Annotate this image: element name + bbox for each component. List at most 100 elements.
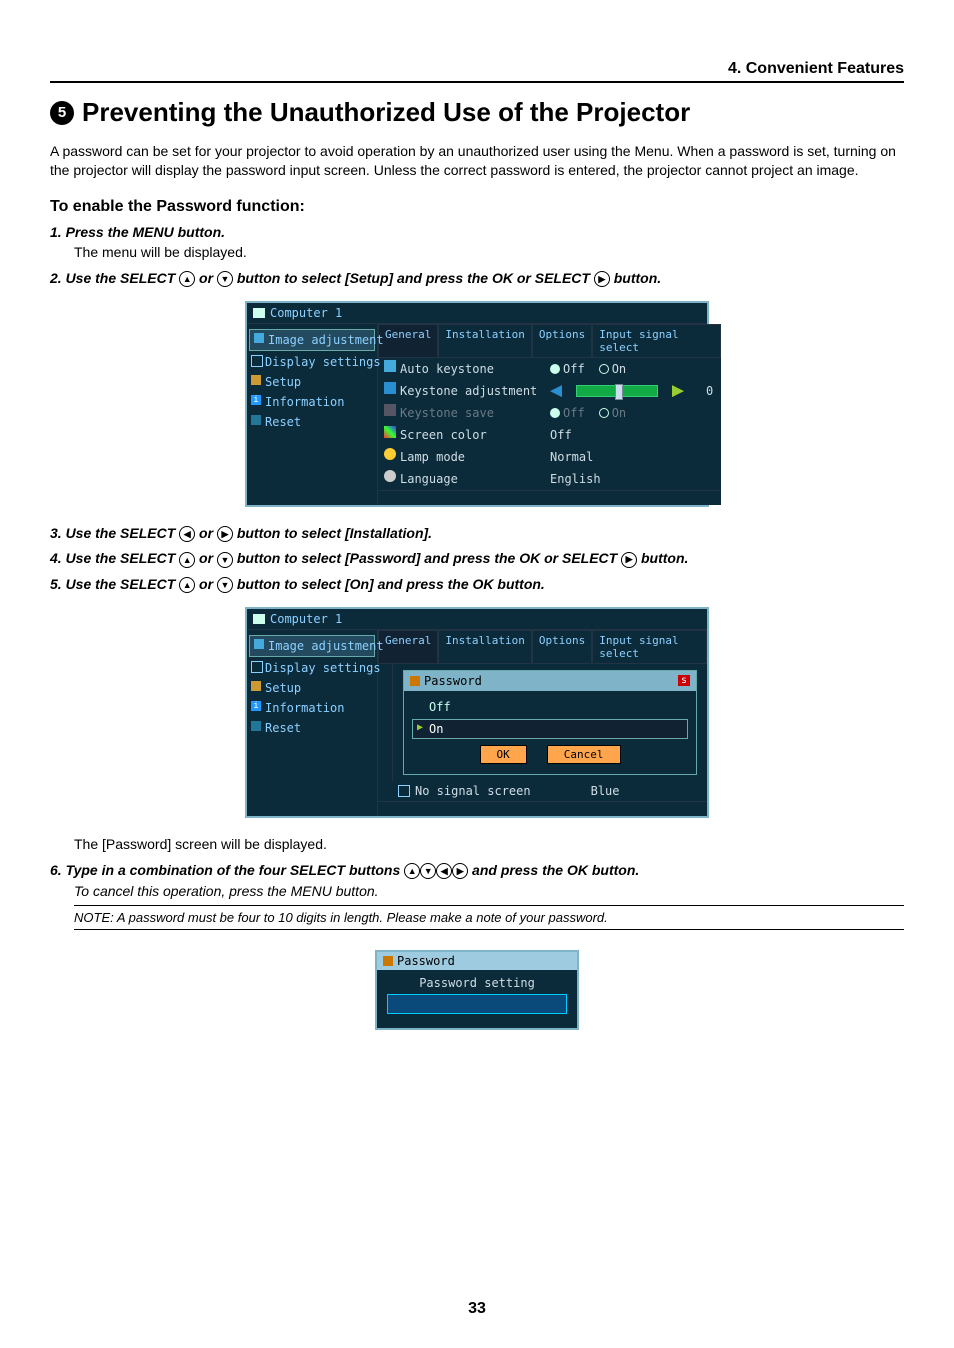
- password-setting-dialog: Password Password setting: [375, 950, 579, 1030]
- password-popup: Password s Off On OK Cancel: [403, 670, 697, 775]
- tab-options[interactable]: Options: [532, 630, 592, 663]
- display-settings-icon: [251, 355, 263, 367]
- auto-keystone-on-radio[interactable]: On: [599, 362, 626, 376]
- nav-display-settings[interactable]: Display settings: [247, 352, 377, 372]
- arrow-left-icon: ◀: [436, 863, 452, 879]
- nav-information[interactable]: iInformation: [247, 392, 377, 412]
- cancel-button[interactable]: Cancel: [547, 745, 621, 764]
- row-keystone-save: Keystone save Off On: [378, 402, 721, 424]
- keystone-save-icon: [384, 404, 396, 416]
- screen-color-icon: [384, 426, 396, 438]
- image-adjustment-icon: [254, 639, 264, 649]
- password-option-off[interactable]: Off: [412, 697, 688, 717]
- section-title: 5 Preventing the Unauthorized Use of the…: [50, 97, 904, 128]
- osd-status-bar: [378, 490, 721, 505]
- step-6: 6. Type in a combination of the four SEL…: [50, 862, 904, 879]
- nav-setup[interactable]: Setup: [247, 678, 377, 698]
- arrow-down-icon: ▼: [217, 271, 233, 287]
- row-no-signal-screen[interactable]: No signal screen Blue: [378, 781, 707, 801]
- nav-reset[interactable]: Reset: [247, 718, 377, 738]
- screen-color-value: Off: [550, 428, 572, 442]
- password-setting-label: Password setting: [387, 976, 567, 990]
- reset-icon: [251, 415, 261, 425]
- keystone-value: 0: [706, 384, 713, 398]
- slider-right-icon: [672, 385, 684, 397]
- source-icon: [253, 308, 265, 318]
- language-value: English: [550, 472, 601, 486]
- arrow-up-icon: ▲: [179, 577, 195, 593]
- nav-information[interactable]: iInformation: [247, 698, 377, 718]
- step-3: 3. Use the SELECT ◀ or ▶ button to selec…: [50, 525, 904, 542]
- arrow-right-icon: ▶: [217, 526, 233, 542]
- arrow-up-icon: ▲: [179, 271, 195, 287]
- password-dialog-title: Password: [397, 954, 455, 968]
- arrow-right-icon: ▶: [594, 271, 610, 287]
- lock-icon: [410, 676, 420, 686]
- popup-badge: s: [678, 675, 690, 686]
- no-signal-icon: [398, 785, 410, 797]
- osd2-title-text: Computer 1: [270, 612, 342, 626]
- page-number: 33: [0, 1300, 954, 1318]
- lamp-mode-value: Normal: [550, 450, 593, 464]
- nav-reset[interactable]: Reset: [247, 412, 377, 432]
- step-5-caption: The [Password] screen will be displayed.: [74, 836, 904, 852]
- nav-image-adjustment[interactable]: Image adjustment: [249, 635, 375, 657]
- keystone-adjustment-icon: [384, 382, 396, 394]
- password-note: NOTE: A password must be four to 10 digi…: [74, 905, 904, 930]
- language-icon: [384, 470, 396, 482]
- tab-general[interactable]: General: [378, 324, 438, 357]
- osd2-sidebar: Image adjustment Display settings Setup …: [247, 630, 378, 816]
- row-auto-keystone[interactable]: Auto keystone Off On: [378, 358, 721, 380]
- tab-installation[interactable]: Installation: [438, 324, 531, 357]
- auto-keystone-off-radio[interactable]: Off: [550, 362, 585, 376]
- tab-installation[interactable]: Installation: [438, 630, 531, 663]
- row-screen-color[interactable]: Screen color Off: [378, 424, 721, 446]
- nav-image-adjustment[interactable]: Image adjustment: [249, 329, 375, 351]
- display-settings-icon: [251, 661, 263, 673]
- password-input-field[interactable]: [387, 994, 567, 1014]
- arrow-down-icon: ▼: [217, 577, 233, 593]
- nav-display-settings[interactable]: Display settings: [247, 658, 377, 678]
- osd-title-bar: Computer 1: [247, 303, 707, 324]
- row-keystone-adjustment[interactable]: Keystone adjustment 0: [378, 380, 721, 402]
- setup-icon: [251, 375, 261, 385]
- keystone-slider[interactable]: [576, 385, 658, 397]
- reset-icon: [251, 721, 261, 731]
- setup-icon: [251, 681, 261, 691]
- osd-sidebar: Image adjustment Display settings Setup …: [247, 324, 378, 505]
- intro-paragraph: A password can be set for your projector…: [50, 142, 904, 180]
- chapter-header: 4. Convenient Features: [50, 60, 904, 83]
- lamp-mode-icon: [384, 448, 396, 460]
- image-adjustment-icon: [254, 333, 264, 343]
- tab-input-signal-select[interactable]: Input signal select: [592, 630, 707, 663]
- osd2-main-panel: General Installation Options Input signa…: [378, 630, 707, 816]
- arrow-down-icon: ▼: [420, 863, 436, 879]
- step-1: 1. Press the MENU button.: [50, 224, 904, 240]
- section-title-text: Preventing the Unauthorized Use of the P…: [82, 97, 690, 128]
- row-lamp-mode[interactable]: Lamp mode Normal: [378, 446, 721, 468]
- osd2-title-bar: Computer 1: [247, 609, 707, 630]
- tab-options[interactable]: Options: [532, 324, 592, 357]
- slider-left-icon: [550, 385, 562, 397]
- password-option-on[interactable]: On: [412, 719, 688, 739]
- lock-icon: [383, 956, 393, 966]
- arrow-right-icon: ▶: [621, 552, 637, 568]
- tab-general[interactable]: General: [378, 630, 438, 663]
- ok-button[interactable]: OK: [480, 745, 527, 764]
- osd-password-popup: Computer 1 Image adjustment Display sett…: [245, 607, 709, 818]
- step-5: 5. Use the SELECT ▲ or ▼ button to selec…: [50, 576, 904, 593]
- row-language[interactable]: Language English: [378, 468, 721, 490]
- osd-tab-bar: General Installation Options Input signa…: [378, 324, 721, 358]
- section-number-badge: 5: [50, 101, 74, 125]
- source-icon: [253, 614, 265, 624]
- subheading-enable-password: To enable the Password function:: [50, 198, 904, 216]
- auto-keystone-icon: [384, 360, 396, 372]
- arrow-right-icon: ▶: [452, 863, 468, 879]
- arrow-left-icon: ◀: [179, 526, 195, 542]
- popup-title: Password: [424, 674, 482, 688]
- step-2: 2. Use the SELECT ▲ or ▼ button to selec…: [50, 270, 904, 287]
- nav-setup[interactable]: Setup: [247, 372, 377, 392]
- arrow-down-icon: ▼: [217, 552, 233, 568]
- tab-input-signal-select[interactable]: Input signal select: [592, 324, 721, 357]
- information-icon: i: [251, 395, 261, 405]
